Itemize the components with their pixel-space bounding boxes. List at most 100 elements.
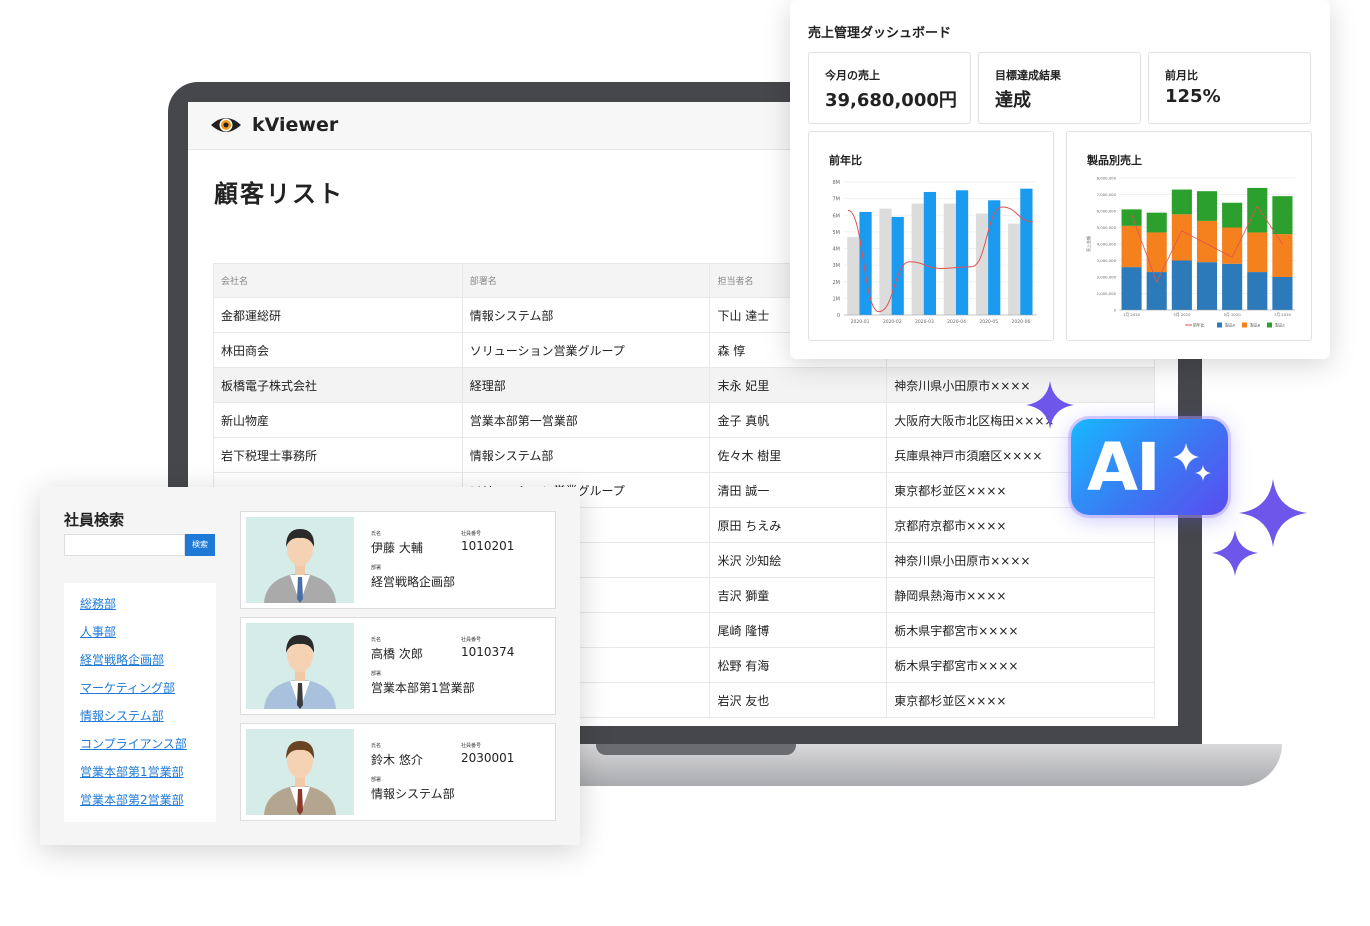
bar (975, 213, 989, 315)
y-tick-label: 1,000,000 (1097, 291, 1117, 296)
employee-photo (246, 729, 354, 815)
field-label-dept: 部署 (371, 565, 382, 571)
eye-logo-icon (211, 118, 241, 132)
kpi-card-sales: 今月の売上 39,680,000円 (808, 52, 971, 124)
stacked-bar-segment (1196, 220, 1218, 263)
table-cell: 静岡県熱海市×××× (886, 577, 1155, 613)
bar (847, 236, 860, 315)
department-link[interactable]: 人事部 (80, 623, 116, 640)
table-cell: 情報システム部 (461, 437, 711, 473)
field-label-dept: 部署 (371, 671, 382, 677)
table-cell: 吉沢 獅童 (709, 577, 888, 613)
table-cell: 情報システム部 (461, 297, 711, 333)
trend-line (847, 206, 1034, 313)
chart-title: 前年比 (829, 154, 862, 167)
bar (911, 203, 924, 315)
table-row[interactable]: 板橋電子株式会社 経理部 末永 妃里 神奈川県小田原市×××× (213, 367, 1155, 403)
y-axis-label: 売上金額 (1085, 236, 1091, 252)
table-cell: 板橋電子株式会社 (213, 367, 463, 403)
department-link[interactable]: 情報システム部 (80, 707, 164, 724)
department-link[interactable]: 営業本部第2営業部 (80, 791, 184, 808)
employee-id: 1010374 (461, 645, 515, 659)
sparkle-icon (1212, 530, 1258, 576)
y-tick-label: 0 (837, 313, 840, 319)
kpi-value: 125% (1165, 86, 1221, 107)
column-header[interactable]: 部署名 (461, 263, 711, 298)
bar (891, 216, 904, 315)
table-cell: 林田商会 (213, 332, 463, 368)
legend-label: 製品B (1250, 323, 1261, 328)
product-chart-card: 0 1,000,000 2,000,000 3,000,000 4,000,000 5,0… (1066, 131, 1312, 341)
sparkle-icon (1173, 443, 1211, 481)
column-header[interactable]: 会社名 (213, 263, 463, 298)
department-link[interactable]: マーケティング部 (80, 679, 175, 696)
table-row[interactable]: 新山物産 営業本部第一営業部 金子 真帆 大阪府大阪市北区梅田×××× (213, 402, 1155, 438)
stacked-bar-segment (1121, 225, 1142, 268)
field-label-name: 氏名 (371, 531, 382, 537)
page-title: 顧客リスト (214, 180, 344, 208)
y-tick-label: 4M (833, 247, 841, 253)
department-link[interactable]: 総務部 (80, 595, 116, 612)
employee-photo (246, 517, 354, 603)
table-cell: 経理部 (461, 367, 711, 403)
bar (1020, 188, 1033, 315)
table-cell: 神奈川県小田原市×××× (886, 542, 1155, 578)
stacked-bar-segment (1121, 267, 1142, 310)
table-cell: 米沢 沙知絵 (709, 542, 888, 578)
laptop-notch (596, 744, 796, 755)
employee-card[interactable]: 氏名 社員番号 高橋 次郎 1010374 部署 営業本部第1営業部 (240, 617, 556, 715)
y-tick-label: 0 (1114, 308, 1117, 313)
yoy-chart-card: 0 1M 2M 3M 4M 5M 6M 7M 8M 2020-01 2020-02 2020-03 20… (808, 131, 1054, 341)
department-link[interactable]: 営業本部第1営業部 (80, 763, 184, 780)
y-tick-label: 2M (833, 280, 841, 286)
table-cell: ソリューション営業グループ (461, 332, 711, 368)
y-tick-label: 8,000,000 (1097, 176, 1117, 181)
x-tick-label: 2020-01 (851, 319, 870, 325)
bar (988, 200, 1001, 315)
x-tick-label: 5月 2020 (1224, 312, 1242, 317)
legend-label: 前年比 (1193, 323, 1205, 328)
field-label-name: 氏名 (371, 743, 382, 749)
employee-dept: 経営戦略企画部 (371, 575, 456, 589)
employee-name: 高橋 次郎 (371, 647, 423, 661)
ai-label: AI (1087, 429, 1161, 506)
stacked-bar-segment (1171, 189, 1192, 215)
field-label-dept: 部署 (371, 777, 382, 783)
field-label-name: 氏名 (371, 637, 382, 643)
x-tick-label: 3月 2020 (1173, 312, 1191, 317)
employee-dept: 情報システム部 (371, 787, 455, 801)
stacked-bar-segment (1272, 234, 1293, 277)
field-label-id: 社員番号 (461, 531, 482, 537)
table-cell: 岩下税理士事務所 (213, 437, 463, 473)
employee-card[interactable]: 氏名 社員番号 伊藤 大輔 1010201 部署 経営戦略企画部 (240, 511, 556, 609)
department-link[interactable]: 経営戦略企画部 (80, 651, 164, 668)
table-cell: 松野 有海 (709, 647, 888, 683)
y-tick-label: 7,000,000 (1097, 192, 1117, 197)
sales-dashboard: 売上管理ダッシュボード 今月の売上 39,680,000円 目標達成結果 達成 … (790, 0, 1330, 359)
stacked-bar-segment (1196, 191, 1218, 221)
department-link[interactable]: コンプライアンス部 (80, 735, 187, 752)
table-row[interactable]: 岩下税理士事務所 情報システム部 佐々木 樹里 兵庫県神戸市須磨区×××× (213, 437, 1155, 473)
table-cell: 東京都杉並区×××× (886, 682, 1155, 718)
bar (923, 191, 936, 315)
kpi-card-mom: 前月比 125% (1148, 52, 1311, 124)
panel-title: 社員検索 (64, 511, 125, 529)
search-button[interactable]: 検索 (185, 534, 215, 556)
legend-swatch (1242, 322, 1247, 328)
y-tick-label: 1M (833, 296, 841, 302)
table-cell: 神奈川県小田原市×××× (886, 367, 1155, 403)
y-tick-label: 3,000,000 (1097, 258, 1117, 263)
table-cell: 栃木県宇都宮市×××× (886, 647, 1155, 683)
legend-label: 製品A (1225, 323, 1236, 328)
chart-title: 製品別売上 (1087, 154, 1142, 167)
table-cell: 栃木県宇都宮市×××× (886, 612, 1155, 648)
bar (1008, 223, 1021, 315)
employee-card[interactable]: 氏名 社員番号 鈴木 悠介 2030001 部署 情報システム部 (240, 723, 556, 821)
y-tick-label: 2,000,000 (1097, 275, 1117, 280)
person-avatar-icon (264, 635, 336, 709)
stacked-bar-segment (1222, 263, 1243, 310)
ai-badge: AI (1071, 419, 1228, 515)
search-input[interactable] (64, 534, 185, 556)
x-tick-label: 2020-05 (979, 319, 998, 325)
x-tick-label: 2020-04 (947, 319, 966, 325)
